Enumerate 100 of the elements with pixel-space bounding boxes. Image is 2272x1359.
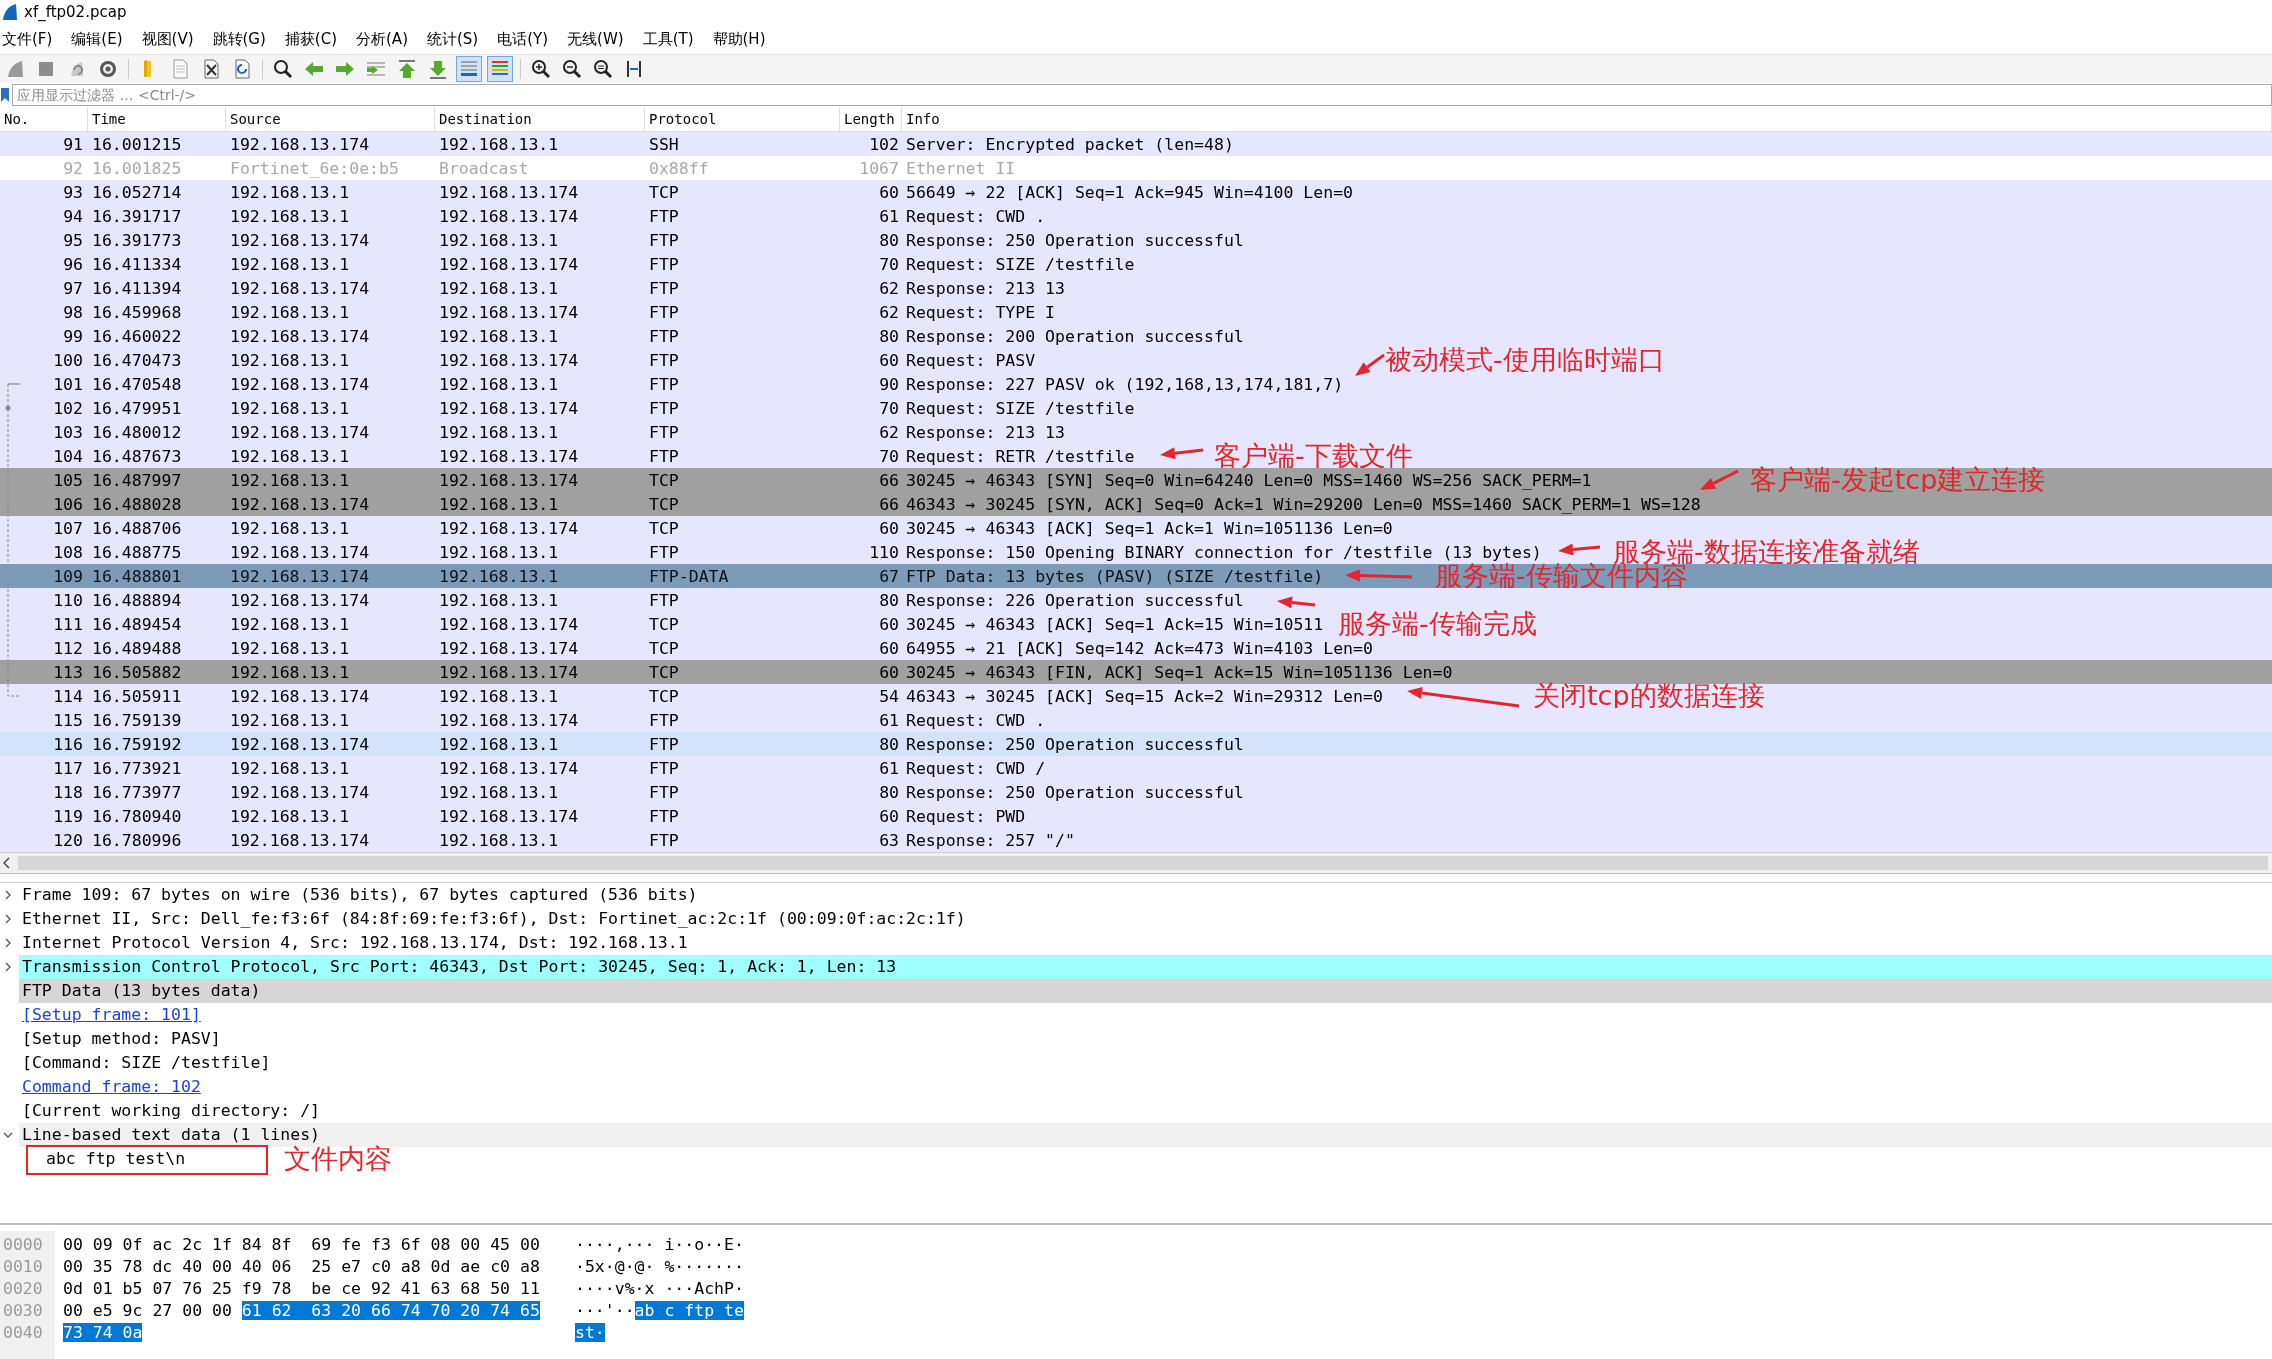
- ascii-text[interactable]: ab c ftp te: [634, 1301, 744, 1320]
- hex-bytes[interactable]: 73 74 0a: [63, 1323, 143, 1342]
- table-cell-text: 60: [878, 614, 900, 634]
- annotation-arrow: [1355, 353, 1385, 376]
- table-cell-text: 192.168.13.174: [229, 278, 371, 298]
- menu-item[interactable]: 帮助(H): [710, 29, 774, 49]
- packet-row[interactable]: 95 16.391773 192.168.13.174 192.168.13.1 FTP 80 Response: 250 Operation successful: [0, 228, 2272, 252]
- packet-row[interactable]: 93 16.052714 192.168.13.1 192.168.13.174 TCP 60 56649 → 22 [ACK] Seq=1 Ack=945 Win=4100 Len=0: [0, 180, 2272, 204]
- menu-item[interactable]: 跳转(G): [210, 29, 274, 49]
- packet-row[interactable]: 108 16.488775 192.168.13.174 192.168.13.1 FTP 110 Response: 150 Opening BINARY connection for /testfile (13 bytes) 服务端-数据连接准备就绪: [0, 540, 2272, 564]
- hex-bytes[interactable]: 0d 01 b5 07 76 25 f9 78 be ce 92 41 63 68 50 11: [63, 1279, 540, 1298]
- column-header[interactable]: Source: [226, 107, 435, 131]
- table-cell-text: TCP: [648, 614, 680, 634]
- packet-row[interactable]: 94 16.391717 192.168.13.1 192.168.13.174 FTP 61 Request: CWD .: [0, 204, 2272, 228]
- column-header[interactable]: Destination: [435, 107, 645, 131]
- table-cell-text: TCP: [648, 470, 680, 490]
- packet-row[interactable]: 106 16.488028 192.168.13.174 192.168.13.1 TCP 66 46343 → 30245 [SYN, ACK] Seq=0 Ack=1 Win=29200 Len=0 MSS=1460 SACK_PERM=1 WS=128: [0, 492, 2272, 516]
- packet-row[interactable]: 99 16.460022 192.168.13.174 192.168.13.1 FTP 80 Response: 200 Operation successful: [0, 324, 2272, 348]
- table-cell-text: FTP: [648, 782, 680, 802]
- table-cell-text: 192.168.13.174: [438, 398, 580, 418]
- packet-row[interactable]: 102 16.479951 192.168.13.1 192.168.13.174 FTP 70 Request: SIZE /testfile: [0, 396, 2272, 420]
- packet-row[interactable]: 97 16.411394 192.168.13.174 192.168.13.1 FTP 62 Response: 213 13: [0, 276, 2272, 300]
- table-cell-text: 16.489454: [91, 614, 183, 634]
- menu-item[interactable]: 统计(S): [425, 29, 487, 49]
- chevron-right-icon[interactable]: [3, 962, 13, 972]
- ascii-text[interactable]: ····,··· i··o··E·: [575, 1235, 744, 1254]
- hex-bytes[interactable]: 61 62 63 20 66 74 70 20 74 65: [241, 1301, 540, 1320]
- ascii-text[interactable]: ···'··: [575, 1301, 635, 1320]
- table-cell-text: 16.470473: [91, 350, 183, 370]
- table-cell-text: FTP: [648, 398, 680, 418]
- menu-item[interactable]: 文件(F): [0, 29, 61, 49]
- packet-row[interactable]: 96 16.411334 192.168.13.1 192.168.13.174 FTP 70 Request: SIZE /testfile: [0, 252, 2272, 276]
- table-cell-text: FTP: [648, 806, 680, 826]
- chevron-down-icon[interactable]: [3, 1130, 13, 1140]
- table-cell-text: 192.168.13.174: [229, 374, 371, 394]
- ascii-text[interactable]: ····v%·x ···AchP·: [575, 1279, 744, 1298]
- table-cell-text: TCP: [648, 494, 680, 514]
- autoscroll-icon[interactable]: [456, 56, 482, 82]
- menu-item[interactable]: 无线(W): [565, 29, 632, 49]
- column-header[interactable]: No.: [0, 107, 88, 131]
- packet-row[interactable]: 119 16.780940 192.168.13.1 192.168.13.174 FTP 60 Request: PWD: [0, 804, 2272, 828]
- table-cell-text: 16.505882: [91, 662, 183, 682]
- hex-bytes[interactable]: 00 09 0f ac 2c 1f 84 8f 69 fe f3 6f 08 00 45 00: [63, 1235, 540, 1254]
- packet-row[interactable]: 112 16.489488 192.168.13.1 192.168.13.174 TCP 60 64955 → 21 [ACK] Seq=142 Ack=473 Win=4103 Len=0: [0, 636, 2272, 660]
- table-cell-text: 54: [878, 686, 900, 706]
- chevron-right-icon[interactable]: [3, 938, 13, 948]
- table-cell-text: 116: [52, 734, 84, 754]
- hex-bytes[interactable]: 00 35 78 dc 40 00 40 06 25 e7 c0 a8 0d ae c0 a8: [63, 1257, 540, 1276]
- column-header[interactable]: Info: [902, 107, 2272, 131]
- packet-row[interactable]: 115 16.759139 192.168.13.1 192.168.13.174 FTP 61 Request: CWD .: [0, 708, 2272, 732]
- table-cell-text: Response: 213 13: [905, 278, 1065, 298]
- table-cell-text: 109: [52, 566, 84, 586]
- ascii-text[interactable]: ·5x·@·@· %·······: [575, 1257, 744, 1276]
- table-cell-text: 107: [52, 518, 84, 538]
- packet-row[interactable]: 101 16.470548 192.168.13.174 192.168.13.1 FTP 90 Response: 227 PASV ok (192,168,13,174,181,7): [0, 372, 2272, 396]
- menu-item[interactable]: 工具(T): [640, 29, 702, 49]
- table-cell-text: 192.168.13.174: [229, 734, 371, 754]
- chevron-right-icon[interactable]: [3, 914, 13, 924]
- menu-item[interactable]: 捕获(C): [282, 29, 345, 49]
- table-cell-text: 192.168.13.1: [229, 302, 351, 322]
- hex-bytes[interactable]: 00 e5 9c 27 00 00: [63, 1301, 232, 1320]
- byte-offset: 0020: [3, 1278, 44, 1300]
- menu-item[interactable]: 编辑(E): [69, 29, 131, 49]
- packet-row[interactable]: 98 16.459968 192.168.13.1 192.168.13.174 FTP 62 Request: TYPE I: [0, 300, 2272, 324]
- scrollbar-thumb[interactable]: [18, 856, 2268, 870]
- ascii-text[interactable]: st·: [575, 1323, 605, 1342]
- table-cell-text: FTP: [648, 830, 680, 850]
- table-cell-text: 46343 → 30245 [SYN, ACK] Seq=0 Ack=1 Win=29200 Len=0 MSS=1460 SACK_PERM=1 WS=128: [905, 494, 1701, 514]
- table-cell-text: FTP: [648, 350, 680, 370]
- tree-item[interactable]: FTP Data (13 bytes data): [19, 979, 2272, 1003]
- menu-item[interactable]: 电话(Y): [495, 29, 557, 49]
- packet-row[interactable]: 120 16.780996 192.168.13.174 192.168.13.1 FTP 63 Response: 257 "/": [0, 828, 2272, 852]
- column-header[interactable]: Protocol: [645, 107, 840, 131]
- table-cell-text: FTP: [648, 446, 680, 466]
- packet-row[interactable]: 114 16.505911 192.168.13.174 192.168.13.1 TCP 54 46343 → 30245 [ACK] Seq=15 Ack=2 Win=29312 Len=0 关闭tcp的数据连接: [0, 684, 2272, 708]
- menu-item[interactable]: 分析(A): [354, 29, 416, 49]
- packet-row[interactable]: 105 16.487997 192.168.13.1 192.168.13.174 TCP 66 30245 → 46343 [SYN] Seq=0 Win=64240 Len=0 MSS=1460 WS=256 SACK_PERM=1 客户端-发起tcp建立连接: [0, 468, 2272, 492]
- bookmark-icon[interactable]: [0, 87, 10, 103]
- chevron-right-icon[interactable]: [3, 890, 13, 900]
- packet-row[interactable]: 118 16.773977 192.168.13.174 192.168.13.1 FTP 80 Response: 250 Operation successful: [0, 780, 2272, 804]
- display-filter-field[interactable]: 应用显示过滤器 … <Ctrl-/>: [12, 84, 2272, 106]
- packet-row[interactable]: 100 16.470473 192.168.13.1 192.168.13.174 FTP 60 Request: PASV 被动模式-使用临时端口: [0, 348, 2272, 372]
- menu-item[interactable]: 视图(V): [139, 29, 202, 49]
- scroll-left-icon[interactable]: [2, 857, 12, 869]
- column-header[interactable]: Time: [88, 107, 226, 131]
- packet-row[interactable]: 117 16.773921 192.168.13.1 192.168.13.174 FTP 61 Request: CWD /: [0, 756, 2272, 780]
- table-cell-text: 117: [52, 758, 84, 778]
- table-cell-text: 16.780940: [91, 806, 183, 826]
- table-cell-text: 1067: [858, 158, 900, 178]
- packet-row[interactable]: 91 16.001215 192.168.13.174 192.168.13.1 SSH 102 Server: Encrypted packet (len=48): [0, 132, 2272, 156]
- table-cell-text: TCP: [648, 662, 680, 682]
- table-cell-text: 192.168.13.174: [438, 614, 580, 634]
- packet-row[interactable]: 111 16.489454 192.168.13.1 192.168.13.174 TCP 60 30245 → 46343 [ACK] Seq=1 Ack=15 Win=10511 服务端-传输完成: [0, 612, 2272, 636]
- column-header[interactable]: Length: [840, 107, 902, 131]
- packet-row[interactable]: 116 16.759192 192.168.13.174 192.168.13.1 FTP 80 Response: 250 Operation successful: [0, 732, 2272, 756]
- table-cell-text: Response: 200 Operation successful: [905, 326, 1244, 346]
- colored-lines-icon[interactable]: [487, 56, 513, 82]
- packet-row[interactable]: 109 16.488801 192.168.13.174 192.168.13.1 FTP-DATA 67 FTP Data: 13 bytes (PASV) (SIZE /testfile) 服务端-传输文件内容: [0, 564, 2272, 588]
- table-cell-text: 103: [52, 422, 84, 442]
- tree-item[interactable]: Transmission Control Protocol, Src Port: 46343, Dst Port: 30245, Seq: 1, Ack: 1, Len: 13: [19, 955, 2272, 979]
